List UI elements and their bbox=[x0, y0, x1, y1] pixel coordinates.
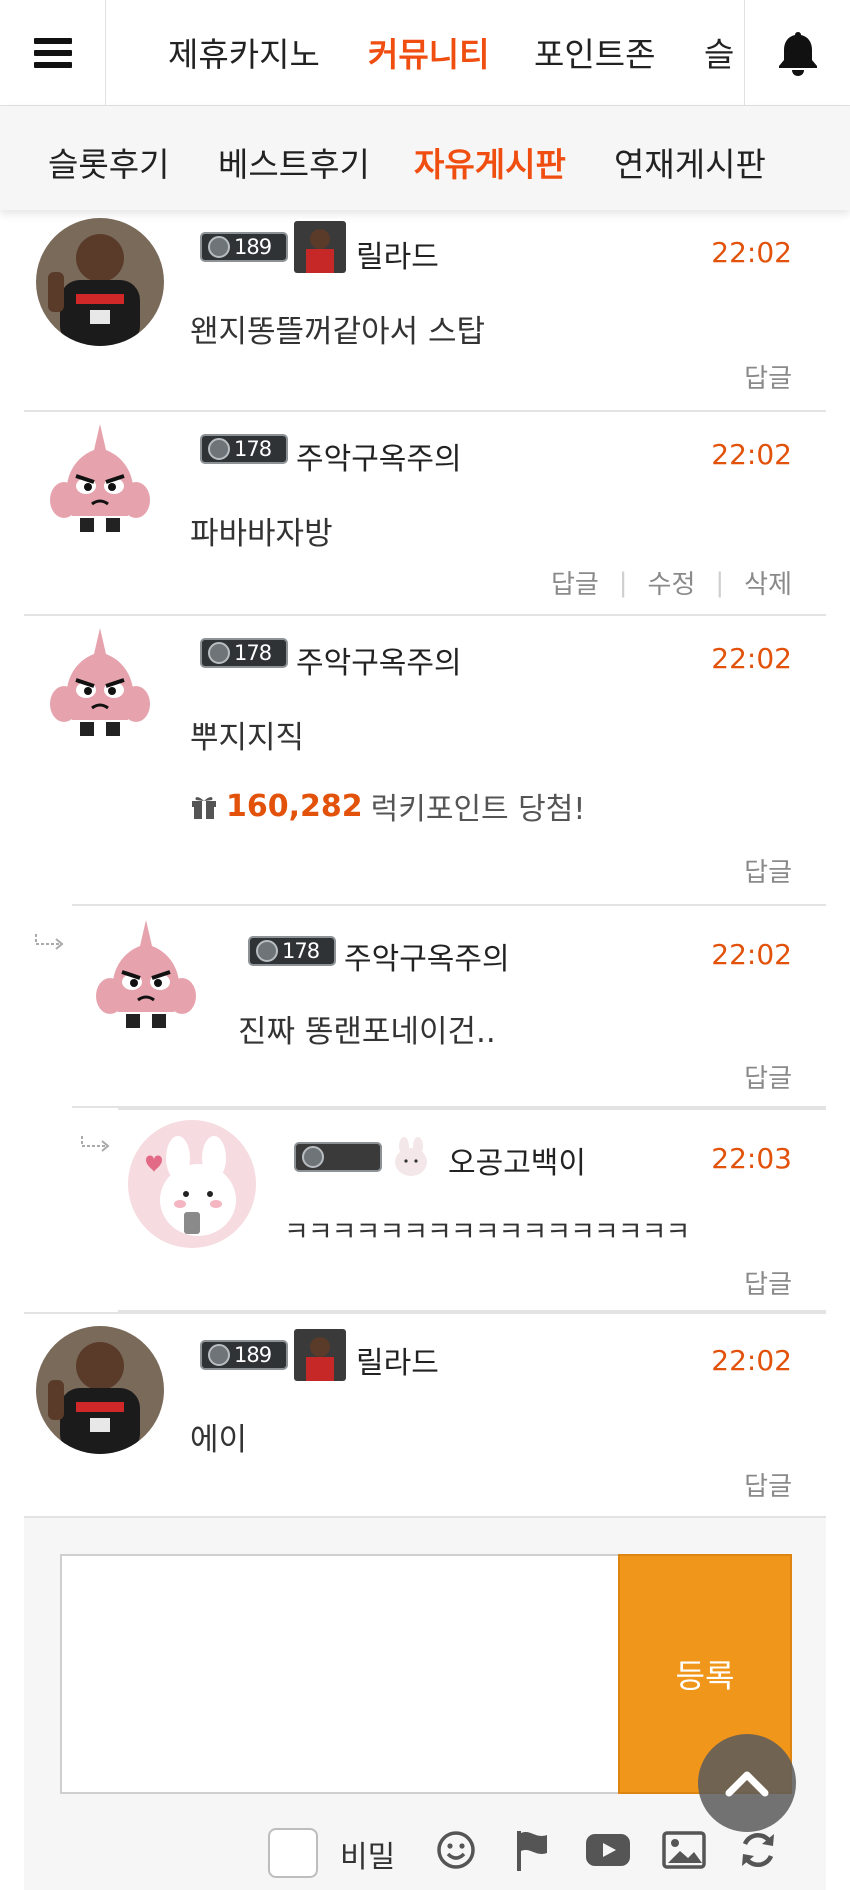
comment-time: 22:02 bbox=[711, 938, 792, 971]
comment-time: 22:02 bbox=[711, 438, 792, 471]
comment-textarea[interactable] bbox=[60, 1554, 618, 1794]
comment-item: 189 릴라드 22:02 왠지똥뜰꺼같아서 스탑 답글 bbox=[24, 210, 826, 412]
reply-link[interactable]: 답글 bbox=[551, 564, 599, 601]
comment-write-form: 등록 비밀 bbox=[24, 1518, 826, 1890]
comment-actions: 답글 bbox=[744, 1264, 792, 1301]
reply-link[interactable]: 답글 bbox=[744, 1058, 792, 1095]
lucky-point-label: 럭키포인트 당첨! bbox=[370, 792, 586, 827]
reply-link[interactable]: 답글 bbox=[744, 1466, 792, 1503]
top-nav-items: 제휴카지노 커뮤니티 포인트존 슬 bbox=[106, 0, 744, 106]
level-star-icon bbox=[208, 236, 230, 258]
hamburger-menu-icon bbox=[33, 38, 72, 68]
comment-nickname[interactable]: 릴라드 bbox=[356, 1338, 439, 1382]
reply-arrow-icon bbox=[35, 934, 64, 950]
level-badge: 178 bbox=[200, 432, 288, 466]
refresh-icon[interactable] bbox=[734, 1826, 782, 1874]
comment-text: ㅋㅋㅋㅋㅋㅋㅋㅋㅋㅋㅋㅋㅋㅋㅋㅋㅋ bbox=[284, 1217, 690, 1248]
comment-actions: 답글 bbox=[744, 1466, 792, 1503]
sub-nav: 슬롯후기 베스트후기 자유게시판 연재게시판 bbox=[0, 106, 850, 210]
comment-time: 22:02 bbox=[711, 236, 792, 269]
basketball-player-avatar[interactable] bbox=[36, 218, 164, 346]
comment-nickname[interactable]: 릴라드 bbox=[356, 232, 439, 276]
player-mini-icon bbox=[294, 221, 346, 273]
comment-text: 왠지똥뜰꺼같아서 스탑 bbox=[190, 314, 486, 350]
comment-time: 22:02 bbox=[711, 1344, 792, 1377]
reply-link[interactable]: 답글 bbox=[744, 852, 792, 889]
bunny-mini-icon bbox=[388, 1134, 434, 1180]
top-nav-item-slot[interactable]: 슬 bbox=[704, 28, 734, 76]
action-separator: | bbox=[618, 567, 628, 598]
comment-text: 진짜 똥랜포네이건.. bbox=[238, 1014, 496, 1050]
garlic-character-avatar[interactable] bbox=[36, 420, 164, 548]
comment-actions: 답글 bbox=[744, 852, 792, 889]
level-star-icon bbox=[208, 1344, 230, 1366]
sub-nav-item-free-board[interactable]: 자유게시판 bbox=[414, 138, 566, 186]
edit-link[interactable]: 수정 bbox=[648, 564, 696, 601]
secret-label: 비밀 bbox=[340, 1840, 396, 1875]
basketball-player-avatar[interactable] bbox=[36, 1326, 164, 1454]
bell-icon bbox=[778, 32, 817, 76]
flag-icon[interactable] bbox=[508, 1826, 556, 1874]
delete-link[interactable]: 삭제 bbox=[744, 564, 792, 601]
write-toolbar: 비밀 bbox=[24, 1820, 826, 1880]
comment-actions: 답글 bbox=[744, 358, 792, 395]
comment-actions: 답글 | 수정 | 삭제 bbox=[551, 564, 792, 601]
level-star-icon bbox=[208, 438, 230, 460]
comment-item: 189 릴라드 22:02 에이 답글 bbox=[24, 1312, 826, 1518]
comment-actions: 답글 bbox=[744, 1058, 792, 1095]
bunny-character-avatar[interactable] bbox=[128, 1120, 256, 1248]
sub-nav-item-slot-review[interactable]: 슬롯후기 bbox=[48, 138, 169, 186]
comment-time: 22:03 bbox=[711, 1142, 792, 1175]
hamburger-menu-button[interactable] bbox=[0, 0, 106, 106]
youtube-icon[interactable] bbox=[584, 1826, 632, 1874]
level-star-icon bbox=[256, 940, 278, 962]
sub-nav-item-series-board[interactable]: 연재게시판 bbox=[614, 138, 766, 186]
comment-nickname[interactable]: 주악구옥주의 bbox=[344, 934, 510, 978]
player-mini-icon bbox=[294, 1329, 346, 1381]
lucky-point-notice: 160,282 럭키포인트 당첨! bbox=[190, 784, 585, 828]
comment-item: 178 주악구옥주의 22:02 파바바자방 답글 | 수정 | 삭제 bbox=[24, 412, 826, 616]
level-star-icon bbox=[208, 642, 230, 664]
comment-nickname[interactable]: 주악구옥주의 bbox=[296, 434, 462, 478]
level-badge: 189 bbox=[200, 221, 346, 273]
sub-nav-item-best-review[interactable]: 베스트후기 bbox=[218, 138, 370, 186]
reply-comment-item: 178 주악구옥주의 22:02 진짜 똥랜포네이건.. 답글 bbox=[72, 904, 826, 1108]
comment-nickname[interactable]: 주악구옥주의 bbox=[296, 638, 462, 682]
lucky-point-amount: 160,282 bbox=[226, 788, 363, 824]
reply-link[interactable]: 답글 bbox=[744, 358, 792, 395]
comment-text: 뿌지지직 bbox=[190, 720, 305, 756]
level-badge bbox=[294, 1134, 434, 1180]
image-icon[interactable] bbox=[660, 1826, 708, 1874]
level-badge: 178 bbox=[200, 636, 288, 670]
comment-nickname[interactable]: 오공고백이 bbox=[448, 1138, 586, 1182]
garlic-character-avatar[interactable] bbox=[82, 916, 210, 1044]
scroll-to-top-button[interactable] bbox=[698, 1734, 796, 1832]
garlic-character-avatar[interactable] bbox=[36, 624, 164, 752]
reply-comment-item: 오공고백이 22:03 ㅋㅋㅋㅋㅋㅋㅋㅋㅋㅋㅋㅋㅋㅋㅋㅋㅋ 답글 bbox=[118, 1108, 826, 1312]
top-nav-item-point-zone[interactable]: 포인트존 bbox=[534, 28, 655, 76]
level-badge: 189 bbox=[200, 1329, 346, 1381]
top-nav-item-community[interactable]: 커뮤니티 bbox=[368, 28, 489, 76]
comment-item: 178 주악구옥주의 22:02 뿌지지직 160,282 럭키포인트 당첨! … bbox=[24, 616, 826, 906]
secret-checkbox[interactable] bbox=[268, 1828, 318, 1878]
notification-button[interactable] bbox=[744, 0, 850, 106]
level-badge: 178 bbox=[248, 934, 336, 968]
comment-text: 파바바자방 bbox=[190, 516, 333, 552]
reply-arrow-icon bbox=[81, 1136, 110, 1152]
top-nav: 제휴카지노 커뮤니티 포인트존 슬 bbox=[0, 0, 850, 106]
emoji-icon[interactable] bbox=[432, 1826, 480, 1874]
chevron-up-icon bbox=[725, 1771, 769, 1797]
comment-time: 22:02 bbox=[711, 642, 792, 675]
comment-text: 에이 bbox=[190, 1422, 248, 1458]
level-star-icon bbox=[302, 1146, 324, 1168]
action-separator: | bbox=[715, 567, 725, 598]
gift-icon bbox=[192, 797, 216, 819]
top-nav-item-casino[interactable]: 제휴카지노 bbox=[168, 28, 320, 76]
reply-link[interactable]: 답글 bbox=[744, 1264, 792, 1301]
